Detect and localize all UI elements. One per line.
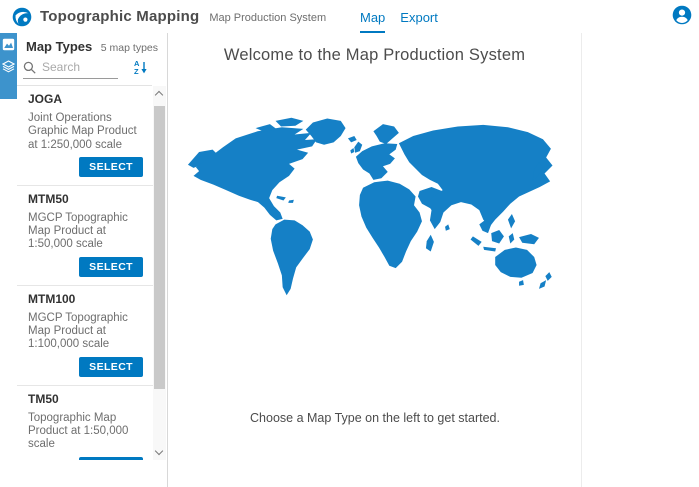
- sort-letter-z: Z: [134, 68, 139, 76]
- app-subtitle: Map Production System: [209, 10, 326, 24]
- sort-arrow-down: [141, 61, 147, 74]
- app-title: Topographic Mapping: [40, 8, 199, 25]
- sort-alpha-down-icon[interactable]: A Z: [134, 60, 147, 75]
- sidebar-scrollbar[interactable]: [153, 86, 166, 460]
- map-type-item-mtm50: MTM50 MGCP Topographic Map Product at 1:…: [17, 186, 153, 286]
- map-type-name: MTM100: [28, 293, 143, 306]
- map-type-count: 5 map types: [101, 42, 158, 54]
- chevron-up-icon[interactable]: [155, 91, 163, 99]
- world-map-graphic: [176, 105, 574, 304]
- instruction-text: Choose a Map Type on the left to get sta…: [168, 411, 582, 425]
- nav-item-map[interactable]: Map: [360, 0, 385, 33]
- main-area: Welcome to the Map Production System: [168, 33, 699, 487]
- map-type-item-joga: JOGA Joint Operations Graphic Map Produc…: [17, 86, 153, 186]
- account-icon[interactable]: [672, 5, 692, 25]
- map-type-description: MGCP Topographic Map Product at 1:100,00…: [28, 312, 143, 352]
- scrollbar-thumb[interactable]: [154, 106, 165, 389]
- nav-item-export[interactable]: Export: [400, 0, 438, 33]
- layers-icon[interactable]: [2, 60, 15, 73]
- basemap-icon[interactable]: [2, 38, 15, 51]
- nav-item-label: Export: [400, 10, 438, 25]
- select-button[interactable]: SELECT: [79, 157, 143, 177]
- map-type-item-tm50: TM50 Topographic Map Product at 1:50,000…: [17, 386, 153, 460]
- map-type-list: JOGA Joint Operations Graphic Map Produc…: [17, 86, 153, 460]
- globe-icon: [12, 7, 32, 27]
- select-button[interactable]: SELECT: [79, 357, 143, 377]
- map-type-name: JOGA: [28, 93, 143, 106]
- select-button[interactable]: SELECT: [79, 257, 143, 277]
- map-types-panel: Map Types 5 map types A Z JOGA Joint Ope…: [0, 33, 168, 487]
- search-box: [23, 60, 118, 79]
- nav-item-label: Map: [360, 10, 385, 25]
- top-nav: Map Export: [360, 0, 438, 33]
- map-type-description: Topographic Map Product at 1:50,000 scal…: [28, 412, 143, 452]
- select-button[interactable]: SELECT: [79, 457, 143, 460]
- action-bar: [0, 33, 17, 99]
- search-input[interactable]: [42, 60, 116, 74]
- map-type-description: MGCP Topographic Map Product at 1:50,000…: [28, 212, 143, 252]
- search-icon: [23, 61, 36, 74]
- welcome-panel: Welcome to the Map Production System: [168, 33, 582, 487]
- chevron-down-icon[interactable]: [155, 447, 163, 455]
- map-type-description: Joint Operations Graphic Map Product at …: [28, 112, 143, 152]
- panel-header: Map Types 5 map types: [26, 39, 158, 54]
- map-type-name: MTM50: [28, 193, 143, 206]
- panel-title: Map Types: [26, 39, 92, 54]
- welcome-title: Welcome to the Map Production System: [168, 46, 581, 65]
- map-type-item-mtm100: MTM100 MGCP Topographic Map Product at 1…: [17, 286, 153, 386]
- map-type-name: TM50: [28, 393, 143, 406]
- app-header: Topographic Mapping Map Production Syste…: [0, 0, 699, 33]
